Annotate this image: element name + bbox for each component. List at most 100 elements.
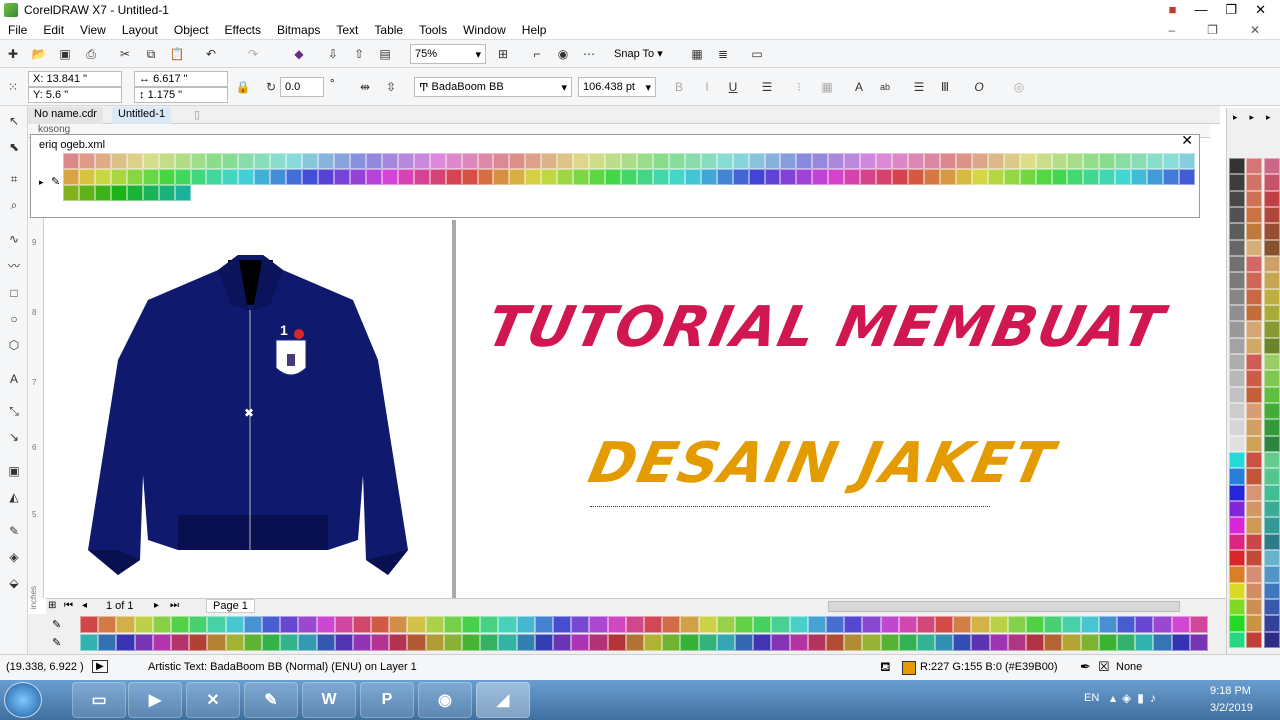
vertical-text-icon[interactable]: Ⅲ (936, 78, 954, 96)
color-swatch[interactable] (1246, 435, 1262, 452)
color-swatch[interactable] (318, 185, 335, 201)
color-swatch[interactable] (898, 634, 917, 651)
color-swatch[interactable] (1044, 616, 1063, 633)
horizontal-scrollbar[interactable] (828, 601, 1180, 612)
color-swatch[interactable] (254, 169, 271, 185)
color-swatch[interactable] (110, 153, 127, 169)
color-swatch[interactable] (828, 185, 845, 201)
color-swatch[interactable] (764, 169, 781, 185)
color-swatch[interactable] (1264, 566, 1280, 583)
mirror-h-icon[interactable]: ⇹ (356, 78, 374, 96)
next-page-icon[interactable]: ▸ (154, 600, 159, 611)
color-swatch[interactable] (652, 169, 669, 185)
color-swatch[interactable] (1067, 153, 1084, 169)
color-swatch[interactable] (652, 185, 669, 201)
color-swatch[interactable] (1131, 185, 1148, 201)
color-swatch[interactable] (1229, 550, 1245, 567)
color-swatch[interactable] (1229, 615, 1245, 632)
color-swatch[interactable] (1264, 599, 1280, 616)
color-swatch[interactable] (1062, 634, 1081, 651)
color-swatch[interactable] (876, 169, 893, 185)
launch-icon[interactable]: ▭ (748, 45, 766, 63)
color-swatch[interactable] (796, 153, 813, 169)
color-swatch[interactable] (684, 169, 701, 185)
close-button[interactable]: ✕ (1255, 2, 1266, 18)
color-swatch[interactable] (516, 616, 535, 633)
undo-icon[interactable]: ↶ (202, 45, 220, 63)
color-swatch[interactable] (1229, 272, 1245, 289)
shadow-tool-icon[interactable]: ▣ (5, 462, 23, 480)
drop-cap-icon[interactable]: ▦ (818, 78, 836, 96)
view-icon[interactable]: ◉ (554, 45, 572, 63)
color-swatch[interactable] (1264, 190, 1280, 207)
options-icon[interactable]: ▦ (688, 45, 706, 63)
color-swatch[interactable] (1163, 185, 1180, 201)
color-swatch[interactable] (413, 153, 430, 169)
color-swatch[interactable] (700, 153, 717, 169)
color-swatch[interactable] (397, 153, 414, 169)
color-swatch[interactable] (1264, 256, 1280, 273)
color-swatch[interactable] (541, 169, 558, 185)
color-swatch[interactable] (1246, 517, 1262, 534)
color-swatch[interactable] (541, 185, 558, 201)
color-swatch[interactable] (1246, 239, 1262, 256)
color-swatch[interactable] (1099, 169, 1116, 185)
color-swatch[interactable] (1246, 599, 1262, 616)
color-swatch[interactable] (971, 185, 988, 201)
color-swatch[interactable] (1264, 174, 1280, 191)
color-swatch[interactable] (174, 153, 191, 169)
color-swatch[interactable] (365, 153, 382, 169)
color-swatch[interactable] (621, 153, 637, 169)
color-swatch[interactable] (1007, 634, 1027, 651)
color-swatch[interactable] (78, 185, 95, 201)
color-swatch[interactable] (1246, 533, 1262, 550)
bottom-palette-eyedropper-2-icon[interactable]: ✎ (52, 636, 61, 649)
color-swatch[interactable] (953, 616, 972, 633)
color-swatch[interactable] (643, 634, 663, 651)
color-swatch[interactable] (1246, 419, 1262, 436)
color-swatch[interactable] (844, 185, 861, 201)
color-swatch[interactable] (365, 185, 382, 201)
color-swatch[interactable] (334, 634, 353, 651)
color-swatch[interactable] (1264, 403, 1280, 420)
color-swatch[interactable] (573, 153, 590, 169)
right-palette-col-2[interactable] (1246, 158, 1262, 648)
headline-desain-jaket[interactable]: DESAIN JAKET (583, 431, 1060, 496)
color-swatch[interactable] (1189, 616, 1208, 633)
color-swatch[interactable] (1264, 533, 1280, 550)
color-swatch[interactable] (286, 153, 303, 169)
color-swatch[interactable] (1163, 153, 1180, 169)
color-swatch[interactable] (425, 634, 444, 651)
color-swatch[interactable] (989, 634, 1008, 651)
outline-width-icon[interactable]: ◎ (1010, 78, 1028, 96)
color-swatch[interactable] (302, 185, 319, 201)
object-origin-icon[interactable]: ⁙ (4, 78, 22, 96)
add-page-icon[interactable]: ⊞ (48, 600, 56, 611)
color-swatch[interactable] (908, 185, 924, 201)
color-swatch[interactable] (1229, 354, 1245, 371)
color-swatch[interactable] (152, 634, 171, 651)
tab-overflow-icon[interactable]: ▯ (188, 107, 206, 124)
color-swatch[interactable] (445, 169, 462, 185)
right-palette-col-3[interactable] (1264, 158, 1280, 648)
color-swatch[interactable] (170, 616, 190, 633)
color-swatch[interactable] (987, 153, 1004, 169)
color-swatch[interactable] (116, 616, 135, 633)
color-swatch[interactable] (1264, 468, 1280, 485)
taskbar-powerpoint-icon[interactable]: P (360, 682, 414, 718)
color-swatch[interactable] (753, 634, 772, 651)
color-swatch[interactable] (1229, 370, 1245, 387)
color-swatch[interactable] (1246, 468, 1262, 485)
color-swatch[interactable] (753, 616, 772, 633)
color-swatch[interactable] (158, 153, 175, 169)
color-swatch[interactable] (923, 153, 940, 169)
color-swatch[interactable] (397, 185, 414, 201)
smart-fill-icon[interactable]: ⬙ (5, 574, 23, 592)
color-swatch[interactable] (589, 185, 606, 201)
color-swatch[interactable] (971, 153, 988, 169)
color-swatch[interactable] (1229, 256, 1245, 273)
color-swatch[interactable] (1264, 501, 1280, 518)
color-swatch[interactable] (668, 153, 685, 169)
color-swatch[interactable] (734, 616, 754, 633)
color-swatch[interactable] (1246, 207, 1262, 224)
